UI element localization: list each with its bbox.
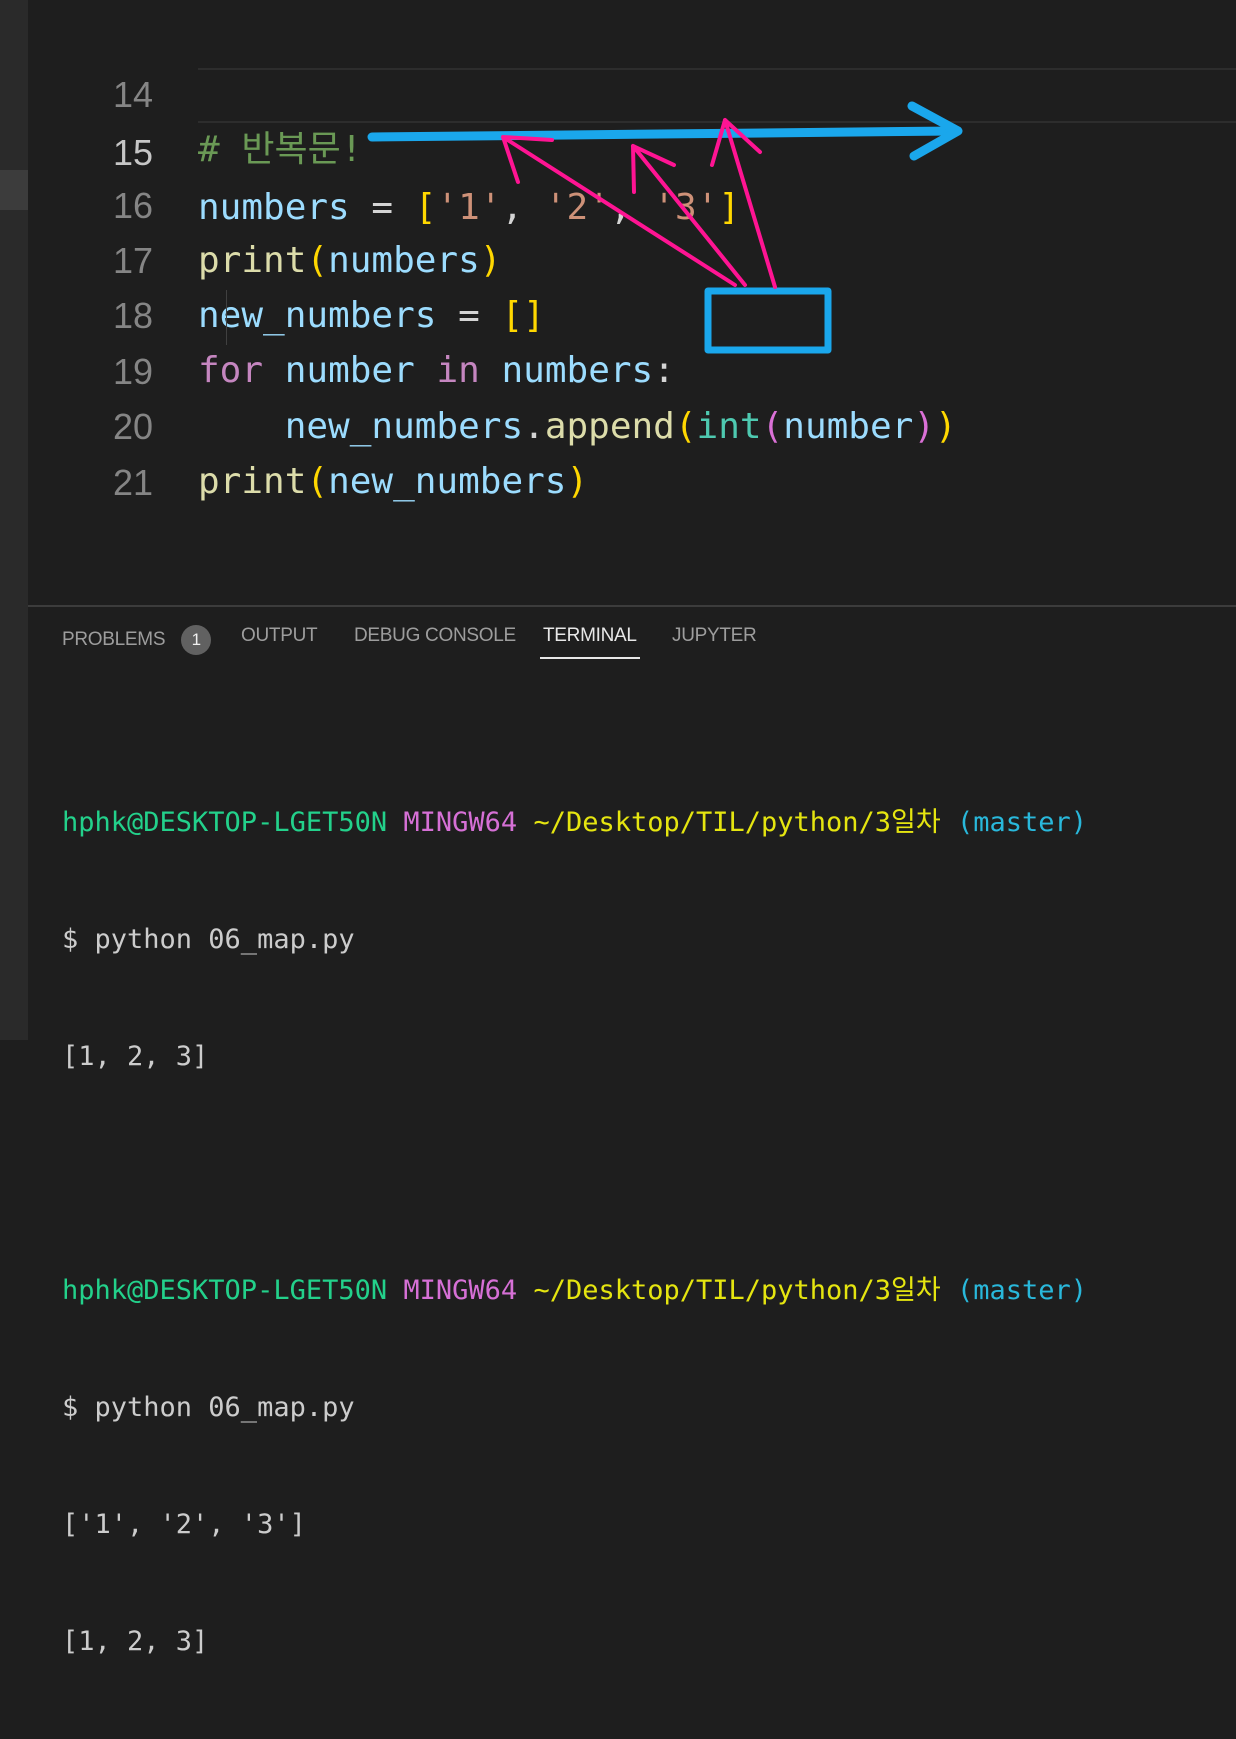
paren: ( <box>306 461 329 502</box>
code-line-18[interactable]: 18 for number in numbers: <box>28 233 1236 391</box>
code-text: print(new_numbers) <box>198 454 588 509</box>
tab-problems[interactable]: PROBLEMS 1 <box>62 625 212 655</box>
activity-bar-selected-marker <box>0 170 28 210</box>
prompt-user: hphk@DESKTOP-LGET50N <box>62 807 388 838</box>
code-editor[interactable]: 14 # 반복문! 15 numbers = ['1', '2', '3'] 1… <box>28 0 1236 605</box>
panel-tabs: PROBLEMS 1 OUTPUT DEBUG CONSOLE TERMINAL … <box>28 607 1236 677</box>
paren: ) <box>566 461 589 502</box>
prompt-branch: (master) <box>957 807 1088 838</box>
code-line-21[interactable]: 21 <box>28 400 1236 503</box>
tab-debug-console[interactable]: DEBUG CONSOLE <box>354 625 516 647</box>
terminal-prompt: hphk@DESKTOP-LGET50N MINGW64 ~/Desktop/T… <box>62 803 1087 842</box>
argument: new_numbers <box>328 461 567 502</box>
prompt-path: ~/Desktop/TIL/python/3일차 <box>533 1275 941 1306</box>
tab-output[interactable]: OUTPUT <box>241 625 318 647</box>
terminal-output-line: ['1', '2', '3'] <box>62 1509 306 1540</box>
terminal-prompt: hphk@DESKTOP-LGET50N MINGW64 ~/Desktop/T… <box>62 1271 1087 1310</box>
prompt-system: MINGW64 <box>403 807 518 838</box>
terminal-output-line: [1, 2, 3] <box>62 1626 209 1657</box>
prompt-user: hphk@DESKTOP-LGET50N <box>62 1275 388 1306</box>
code-line-15[interactable]: 15 numbers = ['1', '2', '3'] <box>113 68 1236 228</box>
terminal-command: $ python 06_map.py <box>62 1392 355 1423</box>
code-line-20[interactable]: 20 print(new_numbers) <box>28 344 1236 502</box>
bottom-panel: PROBLEMS 1 OUTPUT DEBUG CONSOLE TERMINAL … <box>28 605 1236 1657</box>
code-line-16[interactable]: 16 print(numbers) <box>28 123 1236 281</box>
tab-jupyter[interactable]: JUPYTER <box>672 625 757 647</box>
prompt-path: ~/Desktop/TIL/python/3일차 <box>533 807 941 838</box>
code-line-17[interactable]: 17 new_numbers = [] <box>28 178 1236 336</box>
activity-bar <box>0 0 28 1040</box>
function-name: print <box>198 461 307 502</box>
tab-terminal[interactable]: TERMINAL <box>540 625 640 659</box>
code-line-14[interactable]: 14 # 반복문! <box>28 12 1236 170</box>
prompt-system: MINGW64 <box>403 1275 518 1306</box>
terminal-output-line: [1, 2, 3] <box>62 1041 209 1072</box>
line-number: 21 <box>112 462 153 503</box>
tab-label: PROBLEMS <box>62 629 166 651</box>
prompt-branch: (master) <box>957 1275 1088 1306</box>
problems-count-badge: 1 <box>181 625 212 655</box>
terminal-output[interactable]: hphk@DESKTOP-LGET50N MINGW64 ~/Desktop/T… <box>62 725 1087 1739</box>
line-number: 14 <box>112 74 153 115</box>
terminal-command: $ python 06_map.py <box>62 924 355 955</box>
code-line-19[interactable]: 19 new_numbers.append(int(number)) <box>28 289 1236 447</box>
